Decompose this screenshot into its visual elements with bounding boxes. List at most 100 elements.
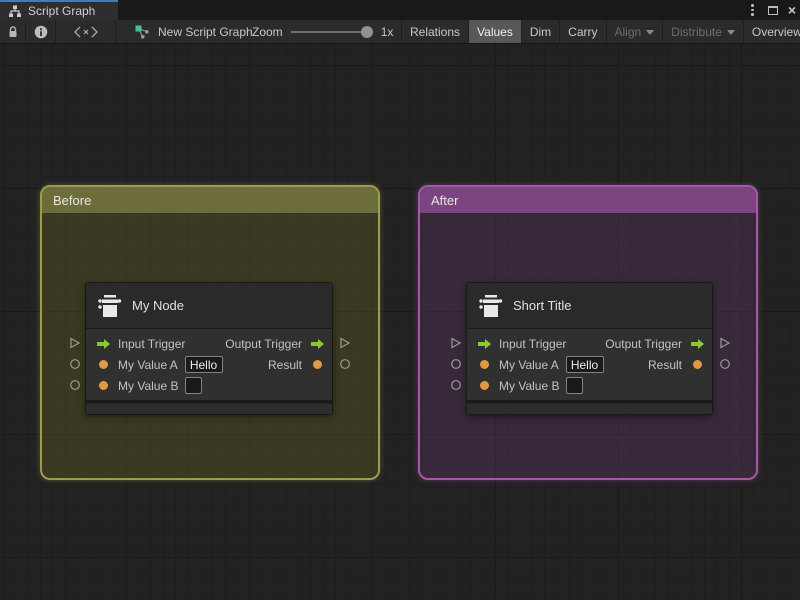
node-body: Input Trigger Output Trigger My Value A … [86,329,332,400]
group-label: Before [53,192,92,208]
lock-icon [9,25,16,37]
unit-node-icon [479,294,503,317]
node-body: Input Trigger Output Trigger My Value A … [467,329,712,400]
group-after-header[interactable]: After [420,187,756,213]
port-label: Input Trigger [118,336,186,351]
close-icon[interactable]: × [788,3,796,17]
distribute-dropdown[interactable]: Distribute [662,20,743,43]
kebab-menu-icon[interactable] [747,2,758,18]
value-port-dot [98,381,108,390]
maximize-icon[interactable] [767,5,778,15]
group-before-header[interactable]: Before [42,187,378,213]
value-b-input[interactable] [185,377,203,394]
info-icon [34,25,47,38]
window-controls: × [747,0,796,20]
graph-name-label: New Script Graph [158,24,253,39]
input-trigger-port[interactable] [95,338,111,350]
node-short-title[interactable]: Short Title Input Trigger Output Trigger [451,282,731,415]
lock-button[interactable] [0,20,26,43]
port-label: My Value B [118,378,179,393]
node-my-node[interactable]: My Node Input Trigger Output Trigger My … [70,282,351,415]
align-dropdown[interactable]: Align [605,20,663,43]
flow-arrow-icon [477,338,491,349]
result-port[interactable] [689,360,705,369]
zoom-control: Zoom 1x [252,20,393,43]
port-row: Input Trigger Output Trigger [467,333,712,354]
external-flow-port-icon[interactable] [719,337,731,349]
value-b-port[interactable] [476,381,492,390]
tab-title: Script Graph [28,4,96,18]
port-row: My Value B [86,375,332,396]
unit-node-icon [98,294,122,317]
value-a-input[interactable] [184,356,223,373]
graph-node-icon [135,25,149,39]
node-header[interactable]: My Node [86,283,332,329]
zoom-slider-handle[interactable] [360,26,373,38]
info-button[interactable] [26,20,56,43]
value-a-port[interactable] [476,360,492,369]
external-value-port-icon[interactable] [69,358,81,370]
value-a-port[interactable] [95,360,111,369]
node-header[interactable]: Short Title [467,283,712,329]
overview-button[interactable]: Overview [742,20,800,43]
port-label: Result [647,357,682,372]
graph-canvas[interactable]: Before After My Node Input Trigger Outpu… [0,44,800,600]
group-label: After [431,192,459,208]
result-port[interactable] [309,360,325,369]
node-footer [86,403,332,414]
external-value-port-icon[interactable] [339,358,351,370]
port-label: My Value A [118,357,178,372]
port-label: Result [267,357,302,372]
value-port-dot [479,360,489,369]
external-value-port-icon[interactable] [450,358,462,370]
flow-arrow-icon [690,338,704,349]
value-b-input[interactable] [566,377,584,394]
value-port-dot [98,360,108,369]
toolbar-toggles: Relations Values Dim Carry Align Distrib… [401,20,800,43]
node-title: Short Title [513,298,572,313]
code-ports-button[interactable] [56,20,116,43]
port-label: Output Trigger [225,336,302,351]
toolbar: New Script Graph Zoom 1x Relations Value… [0,20,800,44]
dim-button[interactable]: Dim [520,20,559,43]
port-label: Input Trigger [499,336,567,351]
port-label: My Value A [499,357,559,372]
hierarchy-icon [9,5,21,17]
value-b-port[interactable] [95,381,111,390]
chevron-down-icon [726,29,735,35]
external-flow-port-icon[interactable] [69,337,81,349]
zoom-slider[interactable] [290,20,373,43]
node-footer [467,403,712,414]
input-trigger-port[interactable] [476,338,492,350]
node-title: My Node [132,298,185,313]
port-row: My Value A Result [467,354,712,375]
external-value-port-icon[interactable] [719,358,731,370]
carry-button[interactable]: Carry [559,20,605,43]
port-row: My Value A Result [86,354,332,375]
output-trigger-port[interactable] [689,338,705,350]
chevron-down-icon [646,29,655,35]
external-flow-port-icon[interactable] [339,337,351,349]
external-flow-port-icon[interactable] [450,337,462,349]
port-label: My Value B [499,378,560,393]
zoom-value: 1x [380,24,394,39]
relations-button[interactable]: Relations [401,20,468,43]
graph-name-button[interactable]: New Script Graph [125,20,263,43]
output-trigger-port[interactable] [309,338,325,350]
angle-brackets-icon [73,26,98,37]
value-port-dot [479,381,489,390]
script-graph-window: Script Graph × New Script Graph Zoom 1x … [0,0,800,600]
flow-arrow-icon [310,338,324,349]
value-port-dot [312,360,322,369]
port-label: Output Trigger [605,336,682,351]
value-port-dot [692,360,702,369]
flow-arrow-icon [96,338,110,349]
zoom-label: Zoom [252,24,283,39]
external-value-port-icon[interactable] [450,379,462,391]
external-value-port-icon[interactable] [69,379,81,391]
tab-script-graph[interactable]: Script Graph [0,0,118,20]
values-button[interactable]: Values [468,20,521,43]
port-row: Input Trigger Output Trigger [86,333,332,354]
port-row: My Value B [467,375,712,396]
value-a-input[interactable] [565,356,604,373]
